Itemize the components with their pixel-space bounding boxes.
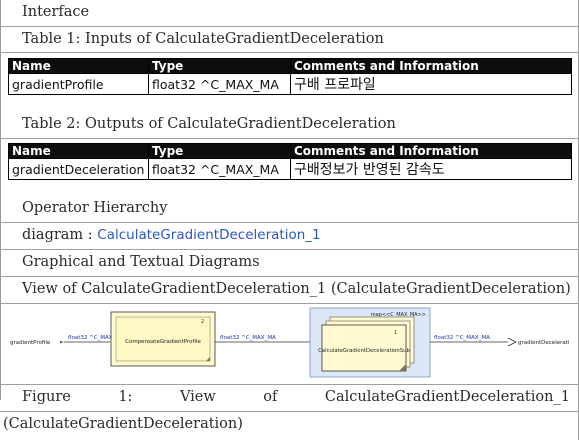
section-title: Interface (22, 4, 90, 20)
compensate-block-label: CompensateGradientProfile (125, 339, 201, 345)
caption-word: 1: (118, 389, 133, 405)
column-header-type: Type (148, 58, 291, 74)
view-heading: View of CalculateGradientDeceleration_1 … (22, 281, 571, 297)
column-header-comments: Comments and Information (290, 58, 572, 74)
middle-type-label: float32 ^C_MAX_MA (220, 335, 276, 341)
diagram-label: diagram : (22, 227, 93, 243)
divider (0, 52, 579, 53)
table-header-row: Name Type Comments and Information (8, 58, 572, 74)
input-port-label: gradientProfile (10, 340, 51, 346)
page-frame-left (0, 0, 1, 400)
output-type-label: float32 ^C_MAX_MA (434, 335, 490, 341)
column-header-name: Name (8, 143, 149, 159)
output-port-label: gradientDecelerati (518, 340, 570, 346)
divider (0, 276, 579, 277)
caption-word: of (263, 389, 278, 405)
column-header-comments: Comments and Information (290, 143, 572, 159)
divider (0, 303, 579, 304)
cell-type: float32 ^C_MAX_MA (148, 158, 291, 180)
diagram-row: diagram : CalculateGradientDeceleration_… (22, 227, 321, 243)
divider (0, 411, 579, 412)
table-row: gradientDeceleration float32 ^C_MAX_MA 구… (8, 158, 572, 180)
operator-hierarchy-heading: Operator Hierarchy (22, 200, 168, 216)
diagram-link[interactable]: CalculateGradientDeceleration_1 (97, 227, 320, 243)
divider (0, 249, 579, 250)
cell-type: float32 ^C_MAX_MA (148, 73, 291, 95)
divider (0, 26, 579, 27)
table2-caption: Table 2: Outputs of CalculateGradientDec… (22, 116, 396, 132)
divider (0, 384, 579, 385)
table1-caption: Table 1: Inputs of CalculateGradientDece… (22, 31, 384, 47)
caption-word: View (179, 389, 216, 405)
column-header-type: Type (148, 143, 291, 159)
output-arrow-icon (507, 337, 517, 347)
caption-word: CalculateGradientDeceleration_1 (324, 389, 570, 405)
input-arrow-icon (54, 341, 64, 343)
operator-diagram: gradientProfile float32 ^C_MAX_MA 2 Comp… (8, 307, 572, 379)
graphical-heading: Graphical and Textual Diagrams (22, 254, 260, 270)
compensate-block-index: 2 (201, 319, 204, 325)
figure-caption-line1: Figure 1: View of CalculateGradientDecel… (22, 389, 570, 405)
caption-word: Figure (22, 389, 71, 405)
outputs-table: Name Type Comments and Information gradi… (8, 143, 572, 180)
inputs-table: Name Type Comments and Information gradi… (8, 58, 572, 95)
cell-comment: 구배정보가 반영된 감속도 (290, 158, 572, 180)
column-header-name: Name (8, 58, 149, 74)
cell-name: gradientDeceleration (8, 158, 149, 180)
cell-comment: 구배 프로파일 (290, 73, 572, 95)
divider (0, 138, 579, 139)
table-header-row: Name Type Comments and Information (8, 143, 572, 159)
calc-sub-block-label: CalculateGradientDecelerationSub (318, 348, 410, 354)
divider (0, 222, 579, 223)
figure-caption-line2: (CalculateGradientDeceleration) (3, 416, 243, 432)
table-row: gradientProfile float32 ^C_MAX_MA 구배 프로파… (8, 73, 572, 95)
cell-name: gradientProfile (8, 73, 149, 95)
calc-sub-block-index: 1 (394, 330, 397, 336)
